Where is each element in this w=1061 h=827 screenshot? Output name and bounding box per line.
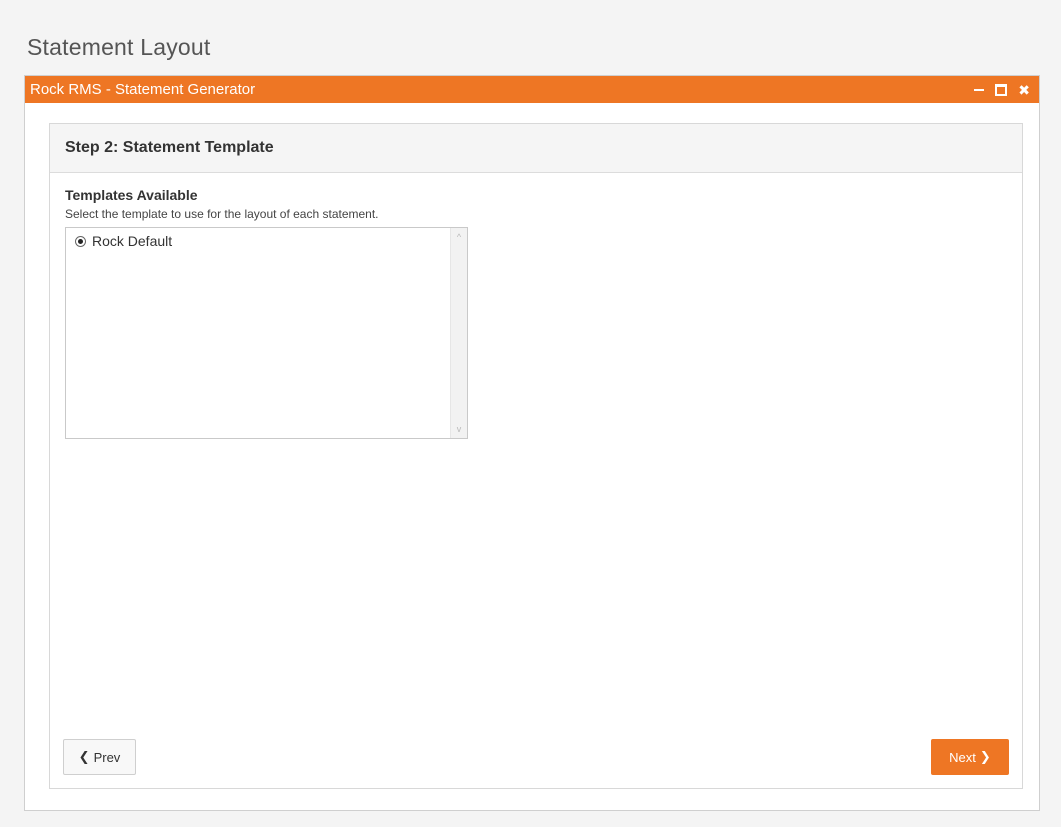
window-controls: ✖ xyxy=(974,83,1039,97)
maximize-icon[interactable] xyxy=(995,83,1008,96)
panel-heading: Step 2: Statement Template xyxy=(50,124,1022,173)
close-icon[interactable]: ✖ xyxy=(1018,83,1030,97)
page-title: Statement Layout xyxy=(27,34,211,60)
step-panel: Step 2: Statement Template Templates Ava… xyxy=(49,123,1023,789)
scroll-up-icon[interactable]: ^ xyxy=(451,231,467,243)
prev-button[interactable]: ❮ Prev xyxy=(63,739,136,775)
templates-help-text: Select the template to use for the layou… xyxy=(65,207,379,221)
scroll-down-icon[interactable]: v xyxy=(451,423,467,435)
radio-selected-icon[interactable] xyxy=(75,235,86,247)
templates-label: Templates Available xyxy=(65,187,198,203)
listbox-scrollbar[interactable]: ^ v xyxy=(450,228,467,438)
chevron-right-icon: ❯ xyxy=(979,749,991,764)
next-button[interactable]: Next ❯ xyxy=(931,739,1009,775)
template-option-label: Rock Default xyxy=(92,233,173,249)
template-listbox[interactable]: Rock Default ^ v xyxy=(65,227,468,439)
panel-body: Templates Available Select the template … xyxy=(50,173,1022,453)
template-option[interactable]: Rock Default xyxy=(66,228,467,249)
chevron-left-icon: ❮ xyxy=(78,749,90,764)
window-titlebar: Rock RMS - Statement Generator ✖ xyxy=(25,76,1039,103)
next-button-label: Next xyxy=(949,749,976,765)
window-title: Rock RMS - Statement Generator xyxy=(30,81,256,98)
minimize-icon[interactable] xyxy=(974,88,985,91)
prev-button-label: Prev xyxy=(93,749,121,765)
statement-generator-window: Rock RMS - Statement Generator ✖ Step 2:… xyxy=(24,75,1040,811)
